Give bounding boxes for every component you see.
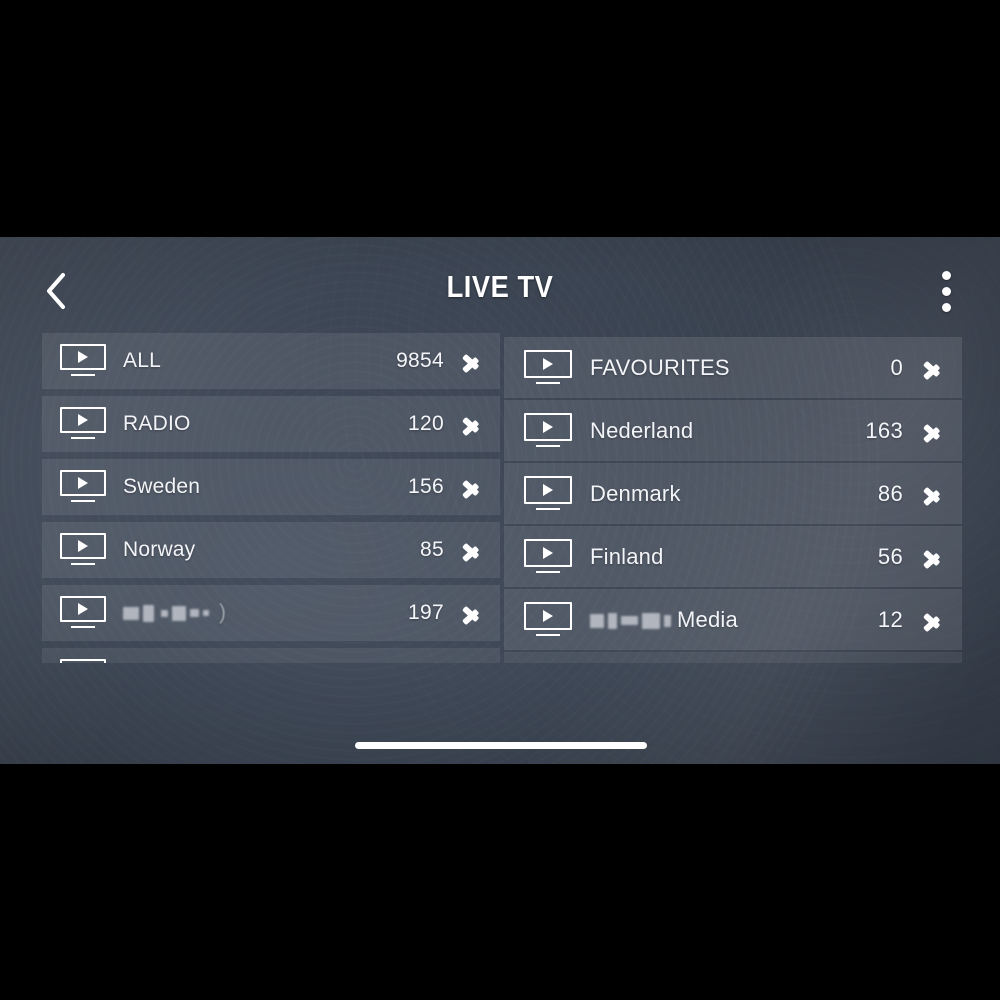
- category-count: 12: [877, 606, 903, 632]
- tv-play-icon: [60, 407, 106, 441]
- page-title: LIVE TV: [446, 269, 554, 304]
- kebab-menu-icon-dot-2: [941, 286, 951, 296]
- category-row-sweden[interactable]: Sweden 156: [42, 459, 500, 515]
- category-label: Norway: [123, 538, 196, 561]
- category-count: 163: [865, 417, 903, 443]
- category-count: 9854: [396, 349, 444, 372]
- category-label: Finland: [590, 543, 664, 569]
- category-count: 0: [890, 354, 903, 380]
- tv-play-icon: [60, 596, 106, 630]
- category-label-partially-redacted: Media: [590, 607, 738, 633]
- tv-play-icon: [524, 601, 572, 638]
- category-row-all[interactable]: ALL 9854: [42, 333, 500, 389]
- tv-play-icon: [524, 475, 572, 512]
- chevron-right-icon: [922, 414, 945, 448]
- category-row-nederland[interactable]: Nederland 163: [504, 400, 962, 461]
- category-grid[interactable]: ALL 9854 RADIO 120 Sweden 156 Norway 85 …: [42, 333, 962, 663]
- category-row-media[interactable]: Media 12: [504, 589, 962, 650]
- category-label: Sweden: [123, 475, 201, 498]
- category-count: 120: [408, 412, 444, 435]
- redacted-text-blocks: [123, 604, 209, 622]
- overflow-menu-button[interactable]: [922, 262, 970, 320]
- chevron-right-icon: [461, 596, 484, 630]
- category-label-redacted: ): [123, 601, 226, 625]
- category-row-norway[interactable]: Norway 85: [42, 522, 500, 578]
- tv-play-icon: [60, 470, 106, 504]
- tv-play-icon: [60, 344, 106, 378]
- tv-play-icon: [524, 349, 572, 386]
- letterbox-bottom: [0, 764, 1000, 1000]
- redacted-text-blocks: [590, 612, 671, 629]
- category-count: 86: [877, 480, 903, 506]
- chevron-right-icon: [461, 470, 484, 504]
- category-row-finland[interactable]: Finland 56: [504, 526, 962, 587]
- tv-play-icon: [524, 538, 572, 575]
- category-label: FAVOURITES: [590, 354, 730, 380]
- category-label-visible-part: Media: [677, 606, 738, 632]
- kebab-menu-icon-dot-1: [941, 270, 951, 280]
- chevron-right-icon: [461, 407, 484, 441]
- chevron-right-icon: [922, 603, 945, 637]
- category-row-favourites[interactable]: FAVOURITES 0: [504, 337, 962, 398]
- category-count: 156: [408, 475, 444, 498]
- kebab-menu-icon-dot-3: [941, 302, 951, 312]
- category-count: 197: [408, 601, 444, 624]
- category-label: Nederland: [590, 417, 694, 443]
- category-column-right: FAVOURITES 0 Nederland 163 Denmark 86 Fi…: [504, 337, 962, 663]
- letterbox-top: [0, 0, 1000, 237]
- tv-play-icon: [524, 412, 572, 449]
- category-row-denmark[interactable]: Denmark 86: [504, 463, 962, 524]
- chevron-right-icon: [922, 351, 945, 385]
- category-row-partial[interactable]: [504, 652, 962, 663]
- category-column-left: ALL 9854 RADIO 120 Sweden 156 Norway 85 …: [42, 333, 500, 663]
- category-count: 56: [877, 543, 903, 569]
- category-label: Denmark: [590, 480, 681, 506]
- tv-play-icon: [60, 533, 106, 567]
- chevron-right-icon: [922, 477, 945, 511]
- chevron-right-icon: [461, 344, 484, 378]
- category-label: ALL: [123, 349, 161, 372]
- category-row-partial[interactable]: [42, 648, 500, 663]
- chevron-right-icon: [461, 533, 484, 567]
- chevron-right-icon: [124, 659, 146, 663]
- home-indicator-bar[interactable]: [355, 742, 647, 749]
- tv-play-icon: [60, 659, 106, 663]
- category-row-radio[interactable]: RADIO 120: [42, 396, 500, 452]
- category-row-redacted[interactable]: ) 197: [42, 585, 500, 641]
- screen: LIVE TV ALL 9854 RADIO 120 Sweden 156 No…: [0, 0, 1000, 1000]
- category-label: RADIO: [123, 412, 191, 435]
- chevron-right-icon: [922, 540, 945, 574]
- category-count: 85: [420, 538, 444, 561]
